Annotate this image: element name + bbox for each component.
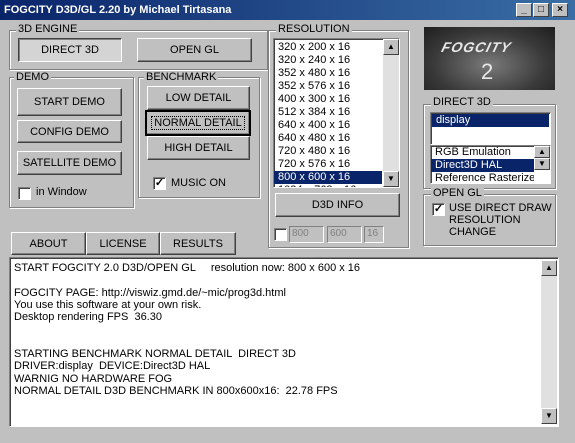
high-detail-button[interactable]: HIGH DETAIL — [147, 136, 250, 160]
opengl-engine-button[interactable]: OPEN GL — [137, 38, 252, 62]
normal-detail-button[interactable]: NORMAL DETAIL — [145, 110, 251, 136]
use-direct-draw-label: USE DIRECT DRAW RESOLUTION CHANGE — [449, 202, 552, 238]
arrow-down-icon[interactable]: ▼ — [541, 408, 557, 424]
resolution-item[interactable]: 320 x 200 x 16 — [274, 41, 382, 54]
in-window-label: in Window — [36, 186, 87, 198]
log-line: WARNIG NO HARDWARE FOG — [14, 372, 173, 385]
log-line: START FOGCITY 2.0 D3D/OPEN GL resolution… — [14, 262, 361, 274]
resolution-item[interactable]: 720 x 480 x 16 — [274, 145, 382, 158]
direct3d-group-label: DIRECT 3D — [431, 96, 493, 108]
custom-height-input[interactable]: 600 — [327, 226, 362, 243]
use-direct-draw-checkbox[interactable]: ✓ — [432, 203, 445, 216]
resolution-item[interactable]: 400 x 300 x 16 — [274, 93, 382, 106]
config-demo-button[interactable]: CONFIG DEMO — [17, 120, 122, 143]
minimize-icon[interactable]: _ — [516, 3, 532, 17]
logo-text: FOGCITY — [439, 39, 514, 55]
driver-item[interactable]: display — [432, 114, 549, 127]
custom-depth-input[interactable]: 16 — [364, 226, 384, 243]
arrow-up-icon[interactable]: ▲ — [383, 39, 399, 55]
resolution-scroll-track[interactable] — [383, 55, 399, 171]
arrow-up-icon[interactable]: ▲ — [541, 260, 557, 276]
benchmark-group-label: BENCHMARK — [144, 71, 219, 83]
device-item[interactable]: RGB Emulation — [431, 146, 534, 159]
log-line: Desktop rendering FPS 36.30 — [14, 311, 162, 324]
license-button[interactable]: LICENSE — [86, 232, 160, 255]
resolution-item[interactable]: 1024 x 768 x 16 — [274, 184, 382, 187]
resolution-item[interactable]: 640 x 400 x 16 — [274, 119, 382, 132]
low-detail-button[interactable]: LOW DETAIL — [147, 86, 250, 110]
music-on-label: MUSIC ON — [171, 177, 226, 189]
demo-group-label: DEMO — [14, 71, 51, 83]
log-scroll-track[interactable] — [541, 276, 557, 408]
resolution-listbox[interactable]: 320 x 200 x 16 320 x 240 x 16 352 x 480 x … — [273, 38, 400, 188]
close-icon[interactable]: × — [552, 3, 568, 17]
about-button[interactable]: ABOUT — [11, 232, 86, 255]
in-window-checkbox[interactable] — [18, 187, 31, 200]
resolution-item[interactable]: 352 x 480 x 16 — [274, 67, 382, 80]
logo-number: 2 — [481, 59, 494, 84]
resolution-item[interactable]: 720 x 576 x 16 — [274, 158, 382, 171]
window-title: FOGCITY D3D/GL 2.20 by Michael Tirtasana — [4, 4, 232, 16]
resolution-item[interactable]: 512 x 384 x 16 — [274, 106, 382, 119]
log-line: STARTING BENCHMARK NORMAL DETAIL DIRECT … — [14, 348, 296, 361]
resolution-item[interactable]: 640 x 480 x 16 — [274, 132, 382, 145]
title-bar: FOGCITY D3D/GL 2.20 by Michael Tirtasana — [0, 0, 575, 20]
fogcity-logo: FOGCITY 2 — [424, 27, 555, 90]
log-line: You use this software at your own risk. — [14, 298, 202, 311]
log-line: DRIVER:display DEVICE:Direct3D HAL — [14, 360, 211, 373]
d3d-info-button[interactable]: D3D INFO — [275, 193, 400, 217]
device-item[interactable]: Reference Rasterizer — [431, 172, 534, 183]
custom-resolution-checkbox[interactable] — [274, 228, 287, 241]
arrow-up-icon[interactable]: ▲ — [534, 146, 550, 158]
start-demo-button[interactable]: START DEMO — [17, 88, 122, 116]
satellite-demo-button[interactable]: SATELLITE DEMO — [17, 151, 122, 175]
log-line: NORMAL DETAIL D3D BENCHMARK IN 800x600x1… — [14, 384, 338, 397]
resolution-item[interactable]: 800 x 600 x 16 — [274, 171, 382, 184]
engine-group-label: 3D ENGINE — [16, 23, 80, 35]
arrow-down-icon[interactable]: ▼ — [383, 171, 399, 187]
device-listbox[interactable]: RGB Emulation Direct3D HAL Reference Raste… — [430, 145, 551, 184]
resolution-item[interactable]: 320 x 240 x 16 — [274, 54, 382, 67]
opengl-group-label: OPEN GL — [431, 187, 484, 199]
maximize-icon[interactable]: □ — [533, 3, 549, 17]
device-item[interactable]: Direct3D HAL — [431, 159, 534, 172]
log-line: FOGCITY PAGE: http://viswiz.gmd.de/~mic/… — [14, 286, 286, 299]
results-button[interactable]: RESULTS — [160, 232, 236, 255]
custom-width-input[interactable]: 800 — [289, 226, 324, 243]
driver-listbox[interactable]: display — [430, 112, 551, 145]
resolution-group-label: RESOLUTION — [276, 23, 352, 35]
log-textarea[interactable]: START FOGCITY 2.0 D3D/OPEN GL resolution… — [9, 257, 559, 427]
direct3d-engine-button[interactable]: DIRECT 3D — [18, 38, 122, 62]
music-on-checkbox[interactable]: ✓ — [153, 177, 166, 190]
arrow-down-icon[interactable]: ▼ — [534, 158, 550, 170]
resolution-item[interactable]: 352 x 576 x 16 — [274, 80, 382, 93]
